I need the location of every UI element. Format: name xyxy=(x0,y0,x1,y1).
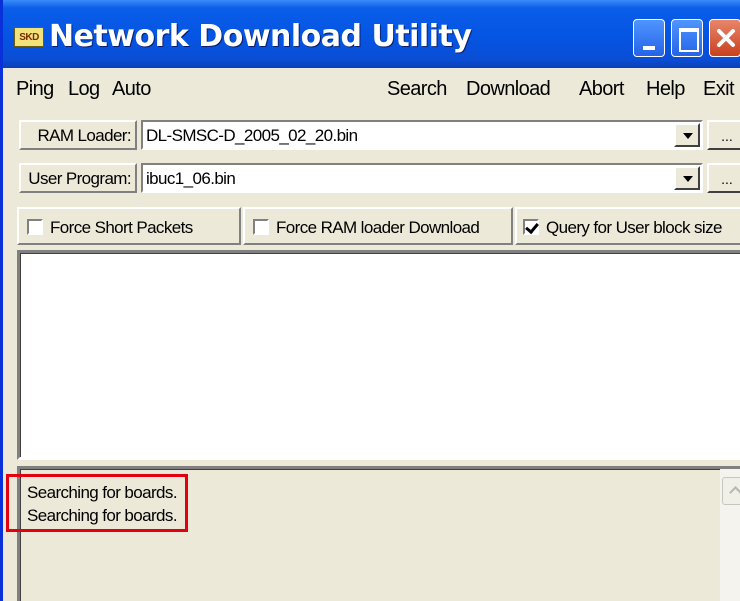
menu-auto[interactable]: Auto xyxy=(112,78,151,101)
menu-exit[interactable]: Exit xyxy=(703,78,735,101)
log-output[interactable]: Searching for boards. Searching for boar… xyxy=(17,466,740,601)
force-ram-loader-checkbox[interactable] xyxy=(253,219,269,235)
menu-bar: Ping Log Auto Search Download Abort Help… xyxy=(3,68,740,112)
menu-help[interactable]: Help xyxy=(646,78,685,101)
user-program-select[interactable]: ibuc1_06.bin xyxy=(141,163,703,193)
close-button[interactable] xyxy=(709,19,740,57)
log-line: Searching for boards. xyxy=(27,483,178,502)
log-line: Searching for boards. xyxy=(27,506,178,525)
menu-log[interactable]: Log xyxy=(68,78,100,101)
minimize-button[interactable] xyxy=(633,19,665,57)
query-user-block-checkbox[interactable] xyxy=(523,219,539,235)
force-ram-loader-label: Force RAM loader Download xyxy=(276,218,480,237)
force-short-packets-group[interactable]: Force Short Packets xyxy=(17,207,241,245)
user-program-browse-button[interactable]: ... xyxy=(707,163,740,193)
app-icon: SKD xyxy=(14,27,44,47)
user-program-label: User Program: xyxy=(19,163,137,193)
force-short-packets-checkbox[interactable] xyxy=(27,219,43,235)
menu-ping[interactable]: Ping xyxy=(16,78,54,101)
window-title: Network Download Utility xyxy=(49,19,472,54)
user-program-dropdown-arrow[interactable] xyxy=(674,166,700,190)
query-user-block-group[interactable]: Query for User block size xyxy=(515,207,740,245)
close-icon xyxy=(717,29,735,47)
ram-loader-select[interactable]: DL-SMSC-D_2005_02_20.bin xyxy=(141,120,703,150)
ram-loader-browse-button[interactable]: ... xyxy=(707,120,740,150)
menu-download[interactable]: Download xyxy=(466,78,551,101)
query-user-block-label: Query for User block size xyxy=(546,218,722,237)
force-ram-loader-group[interactable]: Force RAM loader Download xyxy=(243,207,513,245)
ram-loader-value: DL-SMSC-D_2005_02_20.bin xyxy=(146,126,358,145)
menu-search[interactable]: Search xyxy=(387,78,447,101)
user-program-value: ibuc1_06.bin xyxy=(146,169,236,188)
app-window: SKD Network Download Utility Ping Log Au… xyxy=(0,0,740,601)
board-list[interactable] xyxy=(17,250,740,460)
title-bar[interactable]: SKD Network Download Utility xyxy=(3,0,740,68)
scroll-up-button[interactable] xyxy=(722,477,740,505)
force-short-packets-label: Force Short Packets xyxy=(50,218,193,237)
menu-abort[interactable]: Abort xyxy=(579,78,624,101)
ram-loader-dropdown-arrow[interactable] xyxy=(674,123,700,147)
maximize-button[interactable] xyxy=(671,19,703,57)
ram-loader-label: RAM Loader: xyxy=(19,120,137,150)
log-scrollbar[interactable] xyxy=(720,469,740,601)
